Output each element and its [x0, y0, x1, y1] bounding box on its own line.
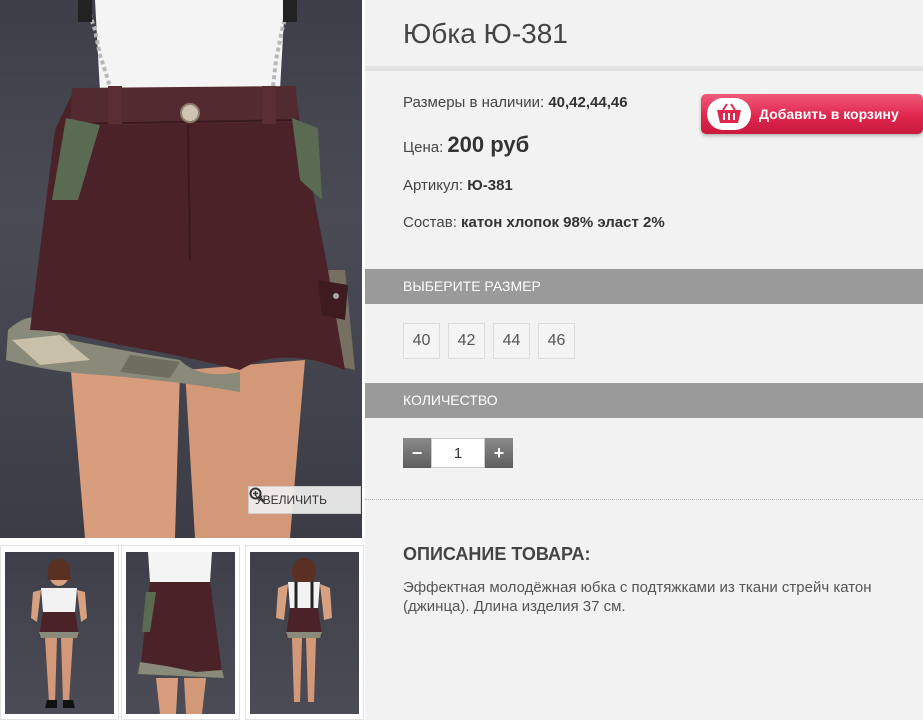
add-to-cart-button[interactable]: Добавить в корзину — [701, 94, 923, 134]
thumbnail-front-skirt[interactable] — [121, 545, 240, 720]
section-divider — [365, 499, 923, 500]
available-sizes: Размеры в наличии: 40,42,44,46 — [403, 94, 628, 111]
composition-value: катон хлопок 98% эласт 2% — [461, 214, 665, 231]
thumbnail-image — [276, 558, 332, 702]
thumbnail-image — [138, 552, 224, 714]
composition-label: Состав: — [403, 214, 462, 231]
title-divider — [365, 66, 923, 71]
description-title: ОПИСАНИЕ ТОВАРА: — [403, 544, 591, 564]
sku-label: Артикул: — [403, 177, 468, 194]
size-option-46[interactable]: 46 — [538, 323, 575, 359]
available-sizes-value: 40,42,44,46 — [548, 94, 628, 111]
size-section-header: ВЫБЕРИТЕ РАЗМЕР — [365, 269, 923, 304]
available-sizes-label: Размеры в наличии: — [403, 94, 549, 111]
quantity-increase-button[interactable]: + — [485, 438, 513, 468]
product-title: Юбка Ю-381 — [403, 18, 568, 49]
sku: Артикул: Ю-381 — [403, 177, 513, 194]
price-value: 200 руб — [447, 132, 530, 157]
quantity-input[interactable] — [431, 438, 485, 468]
zoom-in-icon — [249, 487, 265, 503]
quantity-decrease-button[interactable]: − — [403, 438, 431, 468]
zoom-button-label: УВЕЛИЧИТЬ — [255, 493, 327, 507]
zoom-button[interactable]: УВЕЛИЧИТЬ — [248, 486, 361, 514]
composition: Состав: катон хлопок 98% эласт 2% — [403, 213, 673, 232]
main-product-image[interactable]: УВЕЛИЧИТЬ — [0, 0, 362, 538]
size-option-42[interactable]: 42 — [448, 323, 485, 359]
add-to-cart-label: Добавить в корзину — [759, 106, 899, 122]
thumbnail-strip — [0, 545, 364, 720]
sku-value: Ю-381 — [467, 177, 513, 194]
size-option-44[interactable]: 44 — [493, 323, 530, 359]
product-info-panel: Юбка Ю-381 Размеры в наличии: 40,42,44,4… — [365, 0, 923, 720]
price-label: Цена: — [403, 139, 448, 156]
quantity-section-header: КОЛИЧЕСТВО — [365, 383, 923, 418]
basket-icon — [707, 98, 751, 130]
thumbnail-front-full[interactable] — [0, 545, 119, 720]
size-option-40[interactable]: 40 — [403, 323, 440, 359]
description-text: Эффектная молодёжная юбка с подтяжками и… — [403, 579, 872, 615]
quantity-stepper: − + — [403, 438, 513, 468]
thumbnail-image — [31, 559, 87, 708]
skirt-photo — [6, 0, 355, 538]
thumbnail-back-full[interactable] — [245, 545, 364, 720]
price: Цена: 200 руб — [403, 132, 529, 158]
